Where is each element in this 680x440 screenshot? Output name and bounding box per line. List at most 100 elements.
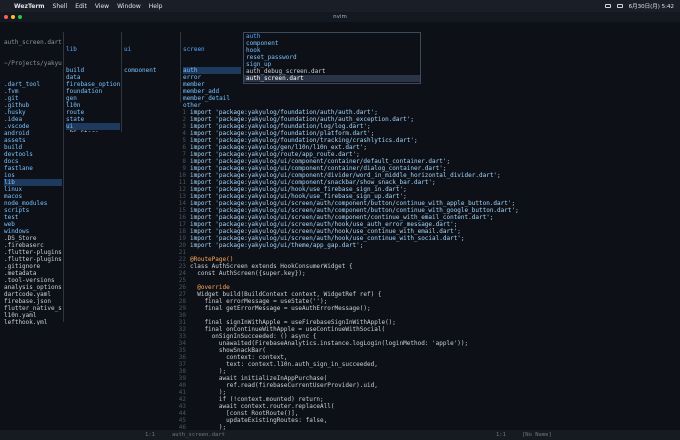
menu-window[interactable]: Window bbox=[117, 3, 141, 10]
code-line[interactable]: 44 [const RootRoute()], bbox=[172, 410, 677, 417]
explorer-item[interactable]: .firebaserc bbox=[4, 242, 62, 249]
code-line[interactable]: 36 context: context, bbox=[172, 354, 677, 361]
explorer-item[interactable]: test bbox=[4, 214, 62, 221]
explorer-item[interactable]: dartcode.yaml bbox=[4, 291, 62, 298]
explorer-item[interactable]: web bbox=[4, 221, 62, 228]
battery-icon[interactable] bbox=[616, 4, 623, 8]
auth-popup-item[interactable]: hook bbox=[244, 47, 420, 54]
explorer-item[interactable]: .dart_tool bbox=[4, 81, 62, 88]
auth-popup-item[interactable]: sign_up bbox=[244, 61, 420, 68]
code-line[interactable]: 2 import 'package:yakyulog/foundation/aut… bbox=[172, 116, 677, 123]
code-line[interactable]: 3 import 'package:yakyulog/foundation/log… bbox=[172, 123, 677, 130]
code-line[interactable]: 27 Widget build(BuildContext context, Wi… bbox=[172, 291, 677, 298]
auth-popup-item[interactable]: auth_debug_screen.dart bbox=[244, 68, 420, 75]
code-line[interactable]: 6 import 'package:yakyulog/gen/l10n/l10n_… bbox=[172, 144, 677, 151]
explorer-item[interactable]: .DS_Store bbox=[4, 235, 62, 242]
code-line[interactable]: 22 @RoutePage() bbox=[172, 256, 677, 263]
code-editor[interactable]: 1 import 'package:yakyulog/foundation/aut… bbox=[172, 95, 677, 430]
code-line[interactable]: 1 import 'package:yakyulog/foundation/aut… bbox=[172, 109, 677, 116]
wifi-icon[interactable] bbox=[604, 4, 611, 8]
explorer-item[interactable]: member bbox=[183, 81, 241, 88]
app-name-menu[interactable]: WezTerm bbox=[14, 3, 45, 10]
explorer-item[interactable]: .tool-versions bbox=[4, 277, 62, 284]
explorer-item[interactable]: fastlane bbox=[4, 165, 62, 172]
code-line[interactable]: 30 bbox=[172, 312, 677, 319]
explorer-item[interactable]: node_modules bbox=[4, 200, 62, 207]
explorer-item[interactable]: error bbox=[183, 74, 241, 81]
code-line[interactable]: 35 showSnackBar( bbox=[172, 347, 677, 354]
code-line[interactable]: 31 final signInWithApple = useFirebaseSi… bbox=[172, 319, 677, 326]
explorer-item[interactable]: ios bbox=[4, 172, 62, 179]
code-line[interactable]: 24 const AuthScreen({super.key}); bbox=[172, 270, 677, 277]
code-line[interactable]: 17 import 'package:yakyulog/ui/screen/aut… bbox=[172, 221, 677, 228]
explorer-item[interactable]: flutter_native_splash.yaml bbox=[4, 305, 62, 312]
code-line[interactable]: 45 updateExistingRoutes: false, bbox=[172, 417, 677, 424]
code-line[interactable]: 39 await initializeInAppPurchase( bbox=[172, 375, 677, 382]
explorer-item[interactable]: .flutter-plugins bbox=[4, 249, 62, 256]
code-line[interactable]: 41 ); bbox=[172, 389, 677, 396]
explorer-item[interactable]: devtools bbox=[4, 151, 62, 158]
explorer-item[interactable]: .git bbox=[4, 95, 62, 102]
explorer-item[interactable]: linux bbox=[4, 186, 62, 193]
code-line[interactable]: 20 import 'package:yakyulog/ui/theme/app_… bbox=[172, 242, 677, 249]
explorer-item[interactable]: .fvm bbox=[4, 88, 62, 95]
code-line[interactable]: 13 import 'package:yakyulog/ui/hook/use_f… bbox=[172, 193, 677, 200]
explorer-item[interactable]: android bbox=[4, 130, 62, 137]
explorer-item[interactable]: auth bbox=[183, 67, 241, 74]
explorer-item[interactable]: .idea bbox=[4, 116, 62, 123]
explorer-item[interactable]: gen bbox=[66, 95, 120, 102]
zoom-window-button[interactable] bbox=[18, 15, 22, 19]
auth-popup-item[interactable]: component bbox=[244, 40, 420, 47]
code-line[interactable]: 7 import 'package:yakyulog/route/app_rout… bbox=[172, 151, 677, 158]
explorer-item[interactable]: docs bbox=[4, 158, 62, 165]
menu-edit[interactable]: Edit bbox=[75, 3, 87, 10]
explorer-item[interactable]: lefthook.yml bbox=[4, 319, 62, 325]
explorer-item[interactable]: foundation bbox=[66, 88, 120, 95]
code-line[interactable]: 28 final errorMessage = useState(''); bbox=[172, 298, 677, 305]
explorer-item[interactable]: .github bbox=[4, 102, 62, 109]
code-line[interactable]: 18 import 'package:yakyulog/ui/screen/aut… bbox=[172, 228, 677, 235]
code-line[interactable]: 37 text: context.l10n.auth_sign_in_succe… bbox=[172, 361, 677, 368]
explorer-item[interactable]: .vscode bbox=[4, 123, 62, 130]
explorer-item[interactable]: .DS_Store bbox=[66, 130, 120, 132]
code-line[interactable]: 19 import 'package:yakyulog/ui/screen/aut… bbox=[172, 235, 677, 242]
explorer-item[interactable]: macos bbox=[4, 193, 62, 200]
explorer-item[interactable]: .metadata bbox=[4, 270, 62, 277]
menu-view[interactable]: View bbox=[95, 3, 109, 10]
explorer-item[interactable]: .gitignore bbox=[4, 263, 62, 270]
explorer-item[interactable]: member_add bbox=[183, 88, 241, 95]
explorer-item[interactable]: analysis_options.yaml bbox=[4, 284, 62, 291]
code-line[interactable]: 8 import 'package:yakyulog/ui/component/c… bbox=[172, 158, 677, 165]
code-line[interactable]: 43 await context.router.replaceAll( bbox=[172, 403, 677, 410]
code-line[interactable]: 26 @override bbox=[172, 284, 677, 291]
code-line[interactable]: 10 import 'package:yakyulog/ui/component/… bbox=[172, 172, 677, 179]
code-line[interactable]: 40 ref.read(firebaseCurrentUserProvider)… bbox=[172, 382, 677, 389]
explorer-item[interactable]: ui bbox=[66, 123, 120, 130]
auth-popup-item[interactable]: reset_password bbox=[244, 54, 420, 61]
code-line[interactable]: 11 import 'package:yakyulog/ui/component/… bbox=[172, 179, 677, 186]
code-line[interactable]: 21 bbox=[172, 249, 677, 256]
explorer-item[interactable]: route bbox=[66, 109, 120, 116]
minimize-window-button[interactable] bbox=[11, 15, 15, 19]
explorer-item[interactable]: data bbox=[66, 74, 120, 81]
code-line[interactable]: 25 bbox=[172, 277, 677, 284]
explorer-item[interactable]: firebase_options bbox=[66, 81, 120, 88]
menu-help[interactable]: Help bbox=[149, 3, 163, 10]
code-line[interactable]: 29 final getErrorMessage = useAuthErrorM… bbox=[172, 305, 677, 312]
explorer-item[interactable]: state bbox=[66, 116, 120, 123]
menu-shell[interactable]: Shell bbox=[53, 3, 68, 10]
auth-popup-item[interactable]: auth_screen.dart bbox=[244, 75, 420, 82]
explorer-item[interactable]: build bbox=[66, 67, 120, 74]
explorer-item[interactable]: firebase.json bbox=[4, 298, 62, 305]
code-line[interactable]: 23 class AuthScreen extends HookConsumerW… bbox=[172, 263, 677, 270]
code-line[interactable]: 15 import 'package:yakyulog/ui/screen/aut… bbox=[172, 207, 677, 214]
code-line[interactable]: 34 unawaited(FirebaseAnalytics.instance.… bbox=[172, 340, 677, 347]
explorer-item[interactable]: l10n.yaml bbox=[4, 312, 62, 319]
code-line[interactable]: 42 if (!context.mounted) return; bbox=[172, 396, 677, 403]
explorer-item[interactable]: build bbox=[4, 144, 62, 151]
code-line[interactable]: 33 onSignInSucceeded: () async { bbox=[172, 333, 677, 340]
code-line[interactable]: 12 import 'package:yakyulog/ui/hook/use_f… bbox=[172, 186, 677, 193]
explorer-item[interactable]: .flutter-plugins-dependencies bbox=[4, 256, 62, 263]
code-line[interactable]: 9 import 'package:yakyulog/ui/component/c… bbox=[172, 165, 677, 172]
close-window-button[interactable] bbox=[4, 15, 8, 19]
